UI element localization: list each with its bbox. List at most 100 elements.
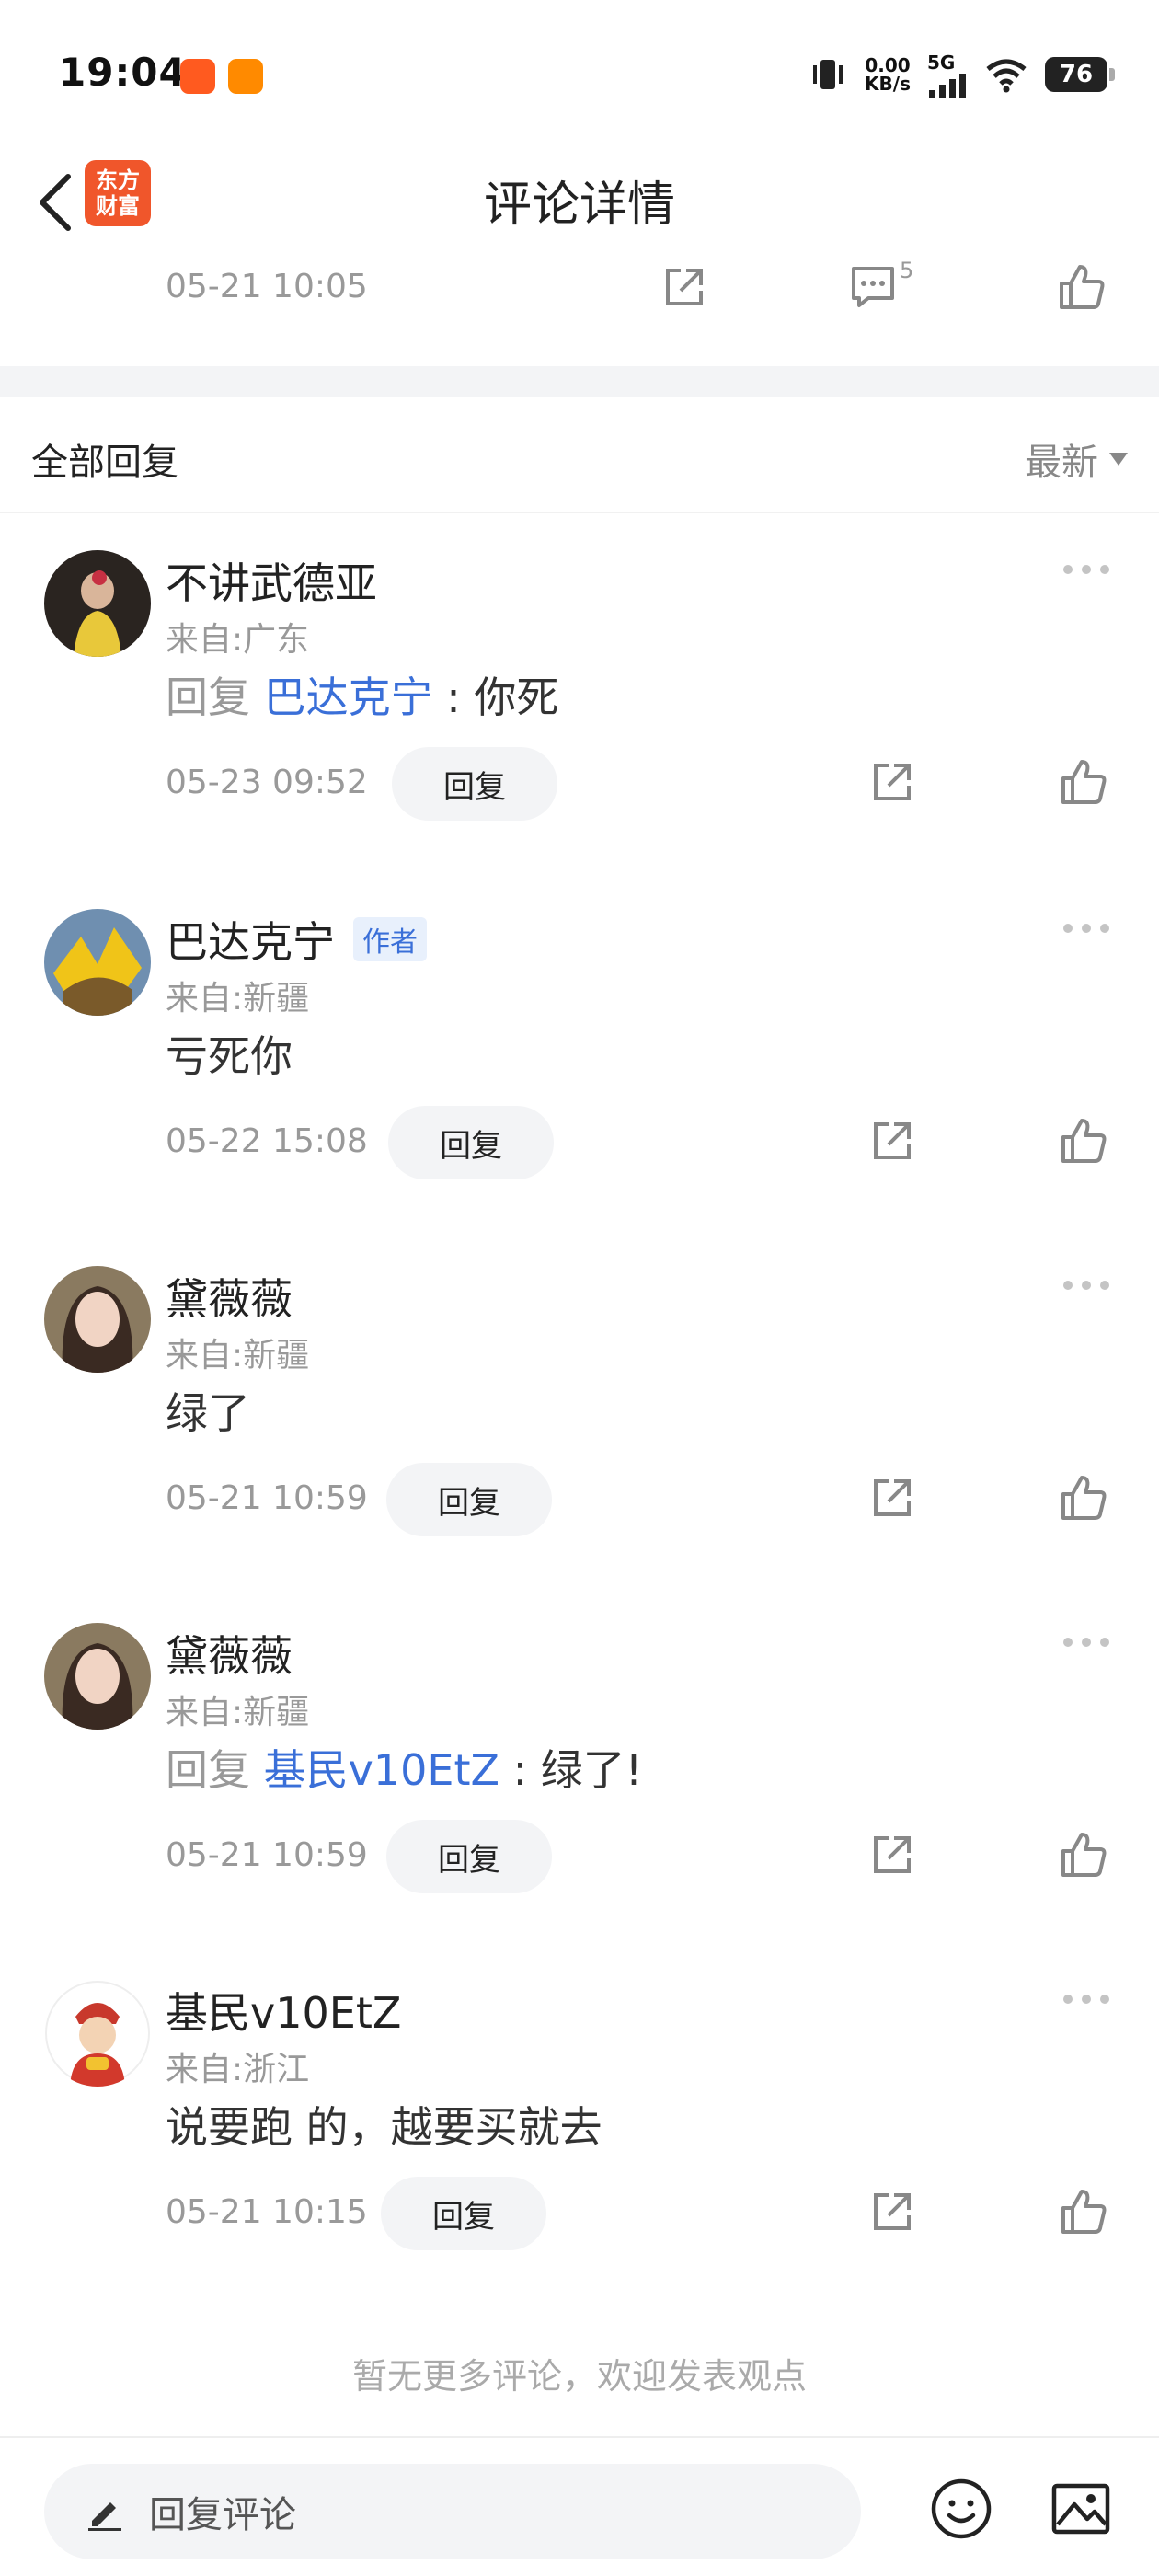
- battery-indicator: 76: [1045, 57, 1115, 92]
- share-button[interactable]: [868, 1474, 916, 1525]
- notification-app-icon: [180, 59, 215, 94]
- like-button[interactable]: [1058, 1831, 1109, 1882]
- more-options-button[interactable]: [1063, 1281, 1109, 1290]
- share-button[interactable]: [868, 1831, 916, 1882]
- comment-text: 说要跑 的，越要买就去: [166, 2102, 602, 2152]
- like-button[interactable]: [1058, 2188, 1109, 2239]
- no-more-comments-note: 暂无更多评论，欢迎发表观点: [351, 2356, 807, 2397]
- image-icon: [1051, 2483, 1110, 2535]
- share-button[interactable]: [868, 758, 916, 810]
- bottom-reply-bar: 回复评论: [0, 2436, 1159, 2576]
- username[interactable]: 黛薇薇: [166, 1266, 293, 1327]
- comment-text: 回复 巴达克宁 : 你死: [166, 673, 559, 722]
- section-divider: [0, 366, 1159, 397]
- share-button[interactable]: [868, 2188, 916, 2239]
- status-indicators: 0.00 KB/s 5G 76: [808, 52, 1115, 98]
- parent-comment-actions: 05-21 10:05 5: [0, 258, 1159, 364]
- comment-item: 黛薇薇 来自:新疆 回复 基民v10EtZ : 绿了! 05-21 10:59 …: [0, 1586, 1159, 1945]
- network-type: 5G: [927, 52, 956, 74]
- more-options-button[interactable]: [1063, 1638, 1109, 1647]
- network-speed: 0.00 KB/s: [865, 54, 911, 95]
- comment-time: 05-21 10:15: [166, 2193, 368, 2231]
- avatar[interactable]: [44, 909, 151, 1016]
- user-location: 来自:广东: [166, 621, 310, 659]
- comment-time: 05-21 10:59: [166, 1479, 368, 1517]
- reply-target-link[interactable]: 基民v10EtZ: [264, 1745, 499, 1795]
- notification-app-icon: [228, 59, 263, 94]
- thumbs-up-icon: [1061, 760, 1107, 804]
- comment-time: 05-23 09:52: [166, 764, 368, 801]
- user-location: 来自:新疆: [166, 1337, 310, 1374]
- thumbs-up-icon: [1061, 1833, 1107, 1877]
- like-button[interactable]: [1058, 1474, 1109, 1525]
- comment-count: 5: [900, 258, 914, 283]
- parent-comment-time: 05-21 10:05: [166, 268, 368, 305]
- comment-item: 基民v10EtZ 来自:浙江 说要跑 的，越要买就去 05-21 10:15 回…: [0, 1943, 1159, 2302]
- comment-button[interactable]: [848, 263, 898, 315]
- reply-button[interactable]: 回复: [392, 747, 557, 821]
- avatar[interactable]: [44, 1980, 151, 2087]
- share-icon: [874, 764, 911, 800]
- wifi-icon: [986, 59, 1027, 93]
- more-options-button[interactable]: [1063, 924, 1109, 933]
- section-title: 全部回复: [31, 442, 178, 484]
- comment-text: 亏死你: [166, 1031, 293, 1081]
- status-bar: 19:04 0.00 KB/s 5G 76: [0, 0, 1159, 147]
- comment-time: 05-21 10:59: [166, 1836, 368, 1874]
- reply-target-link[interactable]: 巴达克宁: [264, 673, 433, 722]
- comment-item: 不讲武德亚 来自:广东 回复 巴达克宁 : 你死 05-23 09:52 回复: [0, 513, 1159, 872]
- caret-down-icon: [1109, 453, 1128, 466]
- comment-time: 05-22 15:08: [166, 1122, 368, 1160]
- share-icon: [666, 269, 703, 305]
- username[interactable]: 黛薇薇: [166, 1623, 293, 1684]
- status-time: 19:04: [59, 50, 187, 95]
- user-location: 来自:浙江: [166, 2051, 310, 2088]
- share-icon: [874, 2193, 911, 2230]
- share-icon: [874, 1479, 911, 1516]
- like-button[interactable]: [1058, 1117, 1109, 1168]
- thumbs-up-icon: [1061, 1119, 1107, 1163]
- thumbs-up-icon: [1061, 1476, 1107, 1520]
- reply-button[interactable]: 回复: [381, 2177, 546, 2250]
- share-icon: [874, 1836, 911, 1873]
- vibrate-icon: [813, 60, 843, 89]
- avatar[interactable]: [44, 1623, 151, 1730]
- avatar[interactable]: [44, 550, 151, 657]
- like-button[interactable]: [1056, 263, 1107, 315]
- share-button[interactable]: [660, 263, 708, 315]
- author-badge: 作者: [353, 917, 427, 961]
- emoji-button[interactable]: [929, 2477, 993, 2545]
- smiley-icon: [931, 2478, 992, 2539]
- username[interactable]: 不讲武德亚: [166, 550, 377, 611]
- image-button[interactable]: [1049, 2477, 1113, 2545]
- thumbs-up-icon: [1061, 2190, 1107, 2234]
- page-title: 评论详情: [483, 178, 675, 233]
- user-location: 来自:新疆: [166, 1694, 310, 1731]
- comment-text: 绿了: [166, 1388, 250, 1438]
- reply-button[interactable]: 回复: [386, 1820, 552, 1893]
- replies-header: 全部回复 最新: [0, 397, 1159, 513]
- sort-dropdown[interactable]: 最新: [1025, 432, 1128, 486]
- share-icon: [874, 1122, 911, 1159]
- more-options-button[interactable]: [1063, 565, 1109, 574]
- more-options-button[interactable]: [1063, 1995, 1109, 2004]
- reply-input[interactable]: 回复评论: [44, 2464, 861, 2559]
- reply-button[interactable]: 回复: [386, 1463, 552, 1536]
- username[interactable]: 巴达克宁 作者: [166, 909, 427, 970]
- comment-text: 回复 基民v10EtZ : 绿了!: [166, 1745, 643, 1795]
- app-header: 东方 财富 评论详情: [0, 147, 1159, 263]
- sort-label: 最新: [1025, 442, 1098, 484]
- share-button[interactable]: [868, 1117, 916, 1168]
- reply-input-placeholder: 回复评论: [149, 2494, 296, 2536]
- reply-button[interactable]: 回复: [388, 1106, 554, 1179]
- signal-icon: [929, 74, 966, 98]
- comment-item: 黛薇薇 来自:新疆 绿了 05-21 10:59 回复: [0, 1229, 1159, 1588]
- thumbs-up-icon: [1060, 265, 1105, 309]
- comment-icon: [852, 267, 894, 307]
- like-button[interactable]: [1058, 758, 1109, 810]
- username[interactable]: 基民v10EtZ: [166, 1980, 401, 2041]
- comment-item: 巴达克宁 作者 来自:新疆 亏死你 05-22 15:08 回复: [0, 872, 1159, 1231]
- avatar[interactable]: [44, 1266, 151, 1373]
- pencil-icon: [88, 2502, 121, 2531]
- user-location: 来自:新疆: [166, 980, 310, 1018]
